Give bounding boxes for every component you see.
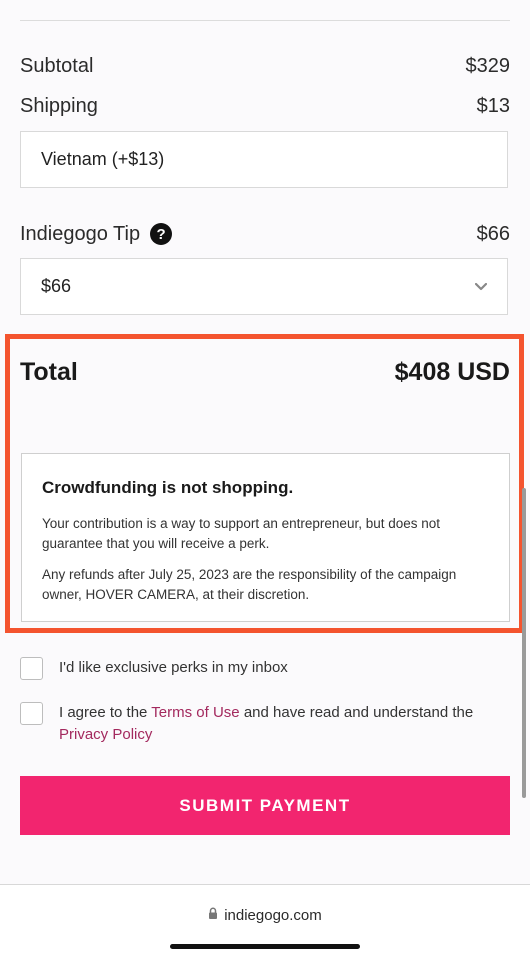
notice-paragraph: Any refunds after July 25, 2023 are the … [42, 567, 457, 602]
question-icon[interactable]: ? [150, 223, 173, 245]
terms-label: I agree to the Terms of Use and have rea… [59, 702, 500, 746]
subtotal-label: Subtotal [20, 54, 94, 77]
chevron-down-icon [475, 281, 487, 293]
total-label: Total [20, 358, 78, 386]
tip-value: $66 [476, 222, 510, 245]
privacy-policy-link[interactable]: Privacy Policy [59, 726, 152, 743]
terms-agreement: I agree to the Terms of Use and have rea… [20, 702, 500, 746]
lock-icon [208, 907, 218, 924]
total-row: Total $408 USD [20, 358, 510, 387]
scrollbar[interactable] [522, 488, 526, 798]
shipping-country-value: Vietnam (+$13) [41, 149, 165, 169]
subtotal-value: $329 [465, 54, 511, 77]
terms-checkbox[interactable] [20, 702, 43, 725]
tip-amount-select[interactable]: $66 [20, 258, 508, 315]
notice-paragraph: Your contribution is a way to support an… [42, 516, 441, 551]
perks-label: I'd like exclusive perks in my inbox [59, 659, 288, 676]
crowdfunding-notice: Crowdfunding is not shopping. Your contr… [21, 453, 510, 622]
url-display: indiegogo.com [0, 907, 530, 924]
terms-text: and have read and understand the [239, 704, 474, 721]
total-value: $408 USD [394, 358, 510, 386]
submit-payment-button[interactable]: SUBMIT PAYMENT [20, 776, 510, 835]
tip-label-group: Indiegogo Tip ? [20, 222, 173, 246]
notice-title: Crowdfunding is not shopping. [42, 478, 294, 497]
perks-checkbox[interactable] [20, 657, 43, 680]
home-indicator[interactable] [170, 944, 360, 949]
tip-label: Indiegogo Tip [20, 222, 141, 245]
tip-amount-value: $66 [41, 276, 72, 296]
divider [20, 20, 510, 21]
shipping-row: Shipping $13 [20, 92, 510, 120]
browser-url-bar[interactable]: indiegogo.com [0, 885, 530, 960]
shipping-value: $13 [476, 94, 510, 117]
url-text: indiegogo.com [224, 907, 322, 924]
shipping-label: Shipping [20, 94, 98, 117]
tip-row: Indiegogo Tip ? $66 [20, 220, 510, 248]
terms-text: I agree to the [59, 704, 152, 721]
perks-opt-in: I'd like exclusive perks in my inbox [20, 657, 288, 680]
shipping-country-select[interactable]: Vietnam (+$13) [20, 131, 508, 188]
checkout-page: Subtotal $329 Shipping $13 Vietnam (+$13… [0, 0, 530, 885]
terms-of-use-link[interactable]: Terms of Use [151, 704, 239, 721]
subtotal-row: Subtotal $329 [20, 52, 510, 80]
